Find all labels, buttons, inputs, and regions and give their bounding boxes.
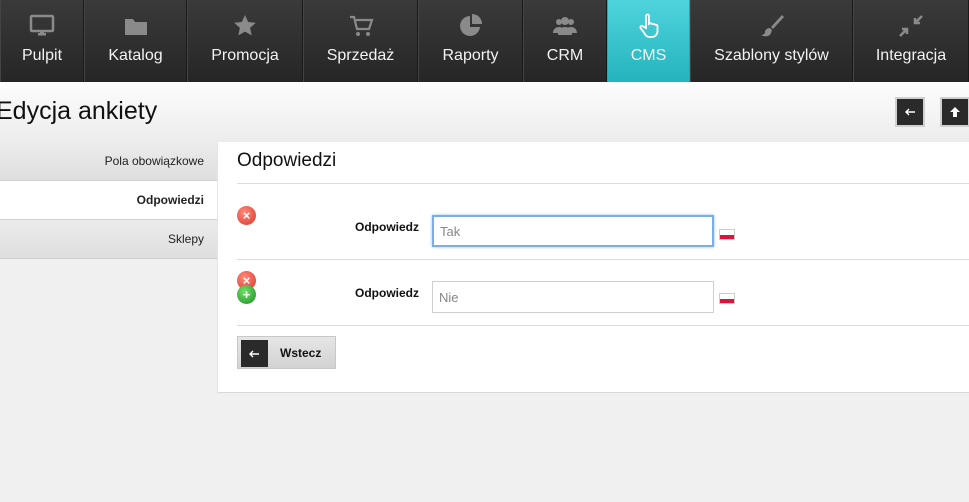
star-icon <box>231 12 259 40</box>
divider <box>237 183 969 184</box>
nav-label: CRM <box>546 47 584 64</box>
folder-icon <box>122 12 150 40</box>
nav-item-integracja[interactable]: Integracja <box>853 0 969 82</box>
tab-pola-obowiazkowe[interactable]: Pola obowiązkowe <box>0 142 218 181</box>
top-navigation: Pulpit Katalog Promocja Sprzedaż Raporty… <box>0 0 969 82</box>
nav-item-katalog[interactable]: Katalog <box>84 0 187 82</box>
polish-flag-icon[interactable] <box>719 293 735 304</box>
back-label: Wstecz <box>280 346 322 360</box>
compress-arrows-icon <box>897 12 925 40</box>
back-button[interactable]: Wstecz <box>237 336 336 369</box>
scroll-top-button[interactable] <box>940 97 969 127</box>
tab-label: Odpowiedzi <box>136 193 204 207</box>
monitor-icon <box>28 12 56 40</box>
pointer-hand-icon <box>635 12 663 40</box>
tab-label: Pola obowiązkowe <box>104 154 204 168</box>
answer-input[interactable] <box>432 215 714 247</box>
answer-label: Odpowiedz <box>355 286 419 300</box>
plus-icon: + <box>242 287 251 302</box>
tab-sklepy[interactable]: Sklepy <box>0 220 218 259</box>
close-icon: × <box>242 208 251 223</box>
nav-label: CMS <box>630 47 667 64</box>
nav-label: Promocja <box>211 47 279 64</box>
arrow-left-icon <box>905 108 915 116</box>
cart-icon <box>347 12 375 40</box>
nav-item-crm[interactable]: CRM <box>523 0 607 82</box>
page-title: Edycja ankiety <box>0 97 158 125</box>
users-icon <box>551 12 579 40</box>
tab-label: Sklepy <box>167 232 204 246</box>
nav-item-promocja[interactable]: Promocja <box>187 0 303 82</box>
divider <box>237 259 969 260</box>
back-arrow-button[interactable] <box>895 97 925 127</box>
nav-label: Raporty <box>442 47 499 64</box>
delete-answer-button[interactable]: × <box>237 206 256 225</box>
nav-item-sprzedaz[interactable]: Sprzedaż <box>303 0 418 82</box>
answer-label: Odpowiedz <box>355 220 419 234</box>
nav-item-raporty[interactable]: Raporty <box>418 0 523 82</box>
nav-label: Integracja <box>875 47 947 64</box>
nav-label: Katalog <box>108 47 163 64</box>
nav-item-szablony-stylow[interactable]: Szablony stylów <box>690 0 853 82</box>
answer-input[interactable] <box>432 281 714 313</box>
brush-icon <box>758 12 786 40</box>
nav-label: Pulpit <box>21 47 63 64</box>
nav-item-cms[interactable]: CMS <box>607 0 690 82</box>
nav-label: Szablony stylów <box>714 47 829 64</box>
nav-label: Sprzedaż <box>326 47 395 64</box>
pie-chart-icon <box>457 12 485 40</box>
arrow-left-icon <box>241 340 268 367</box>
section-title: Odpowiedzi <box>237 150 337 171</box>
arrow-up-icon <box>950 107 960 117</box>
polish-flag-icon[interactable] <box>719 229 735 240</box>
tab-odpowiedzi[interactable]: Odpowiedzi <box>0 181 218 220</box>
divider <box>237 325 969 326</box>
nav-item-pulpit[interactable]: Pulpit <box>0 0 84 82</box>
add-answer-button[interactable]: + <box>237 285 256 304</box>
page-header: Edycja ankiety <box>0 82 969 142</box>
